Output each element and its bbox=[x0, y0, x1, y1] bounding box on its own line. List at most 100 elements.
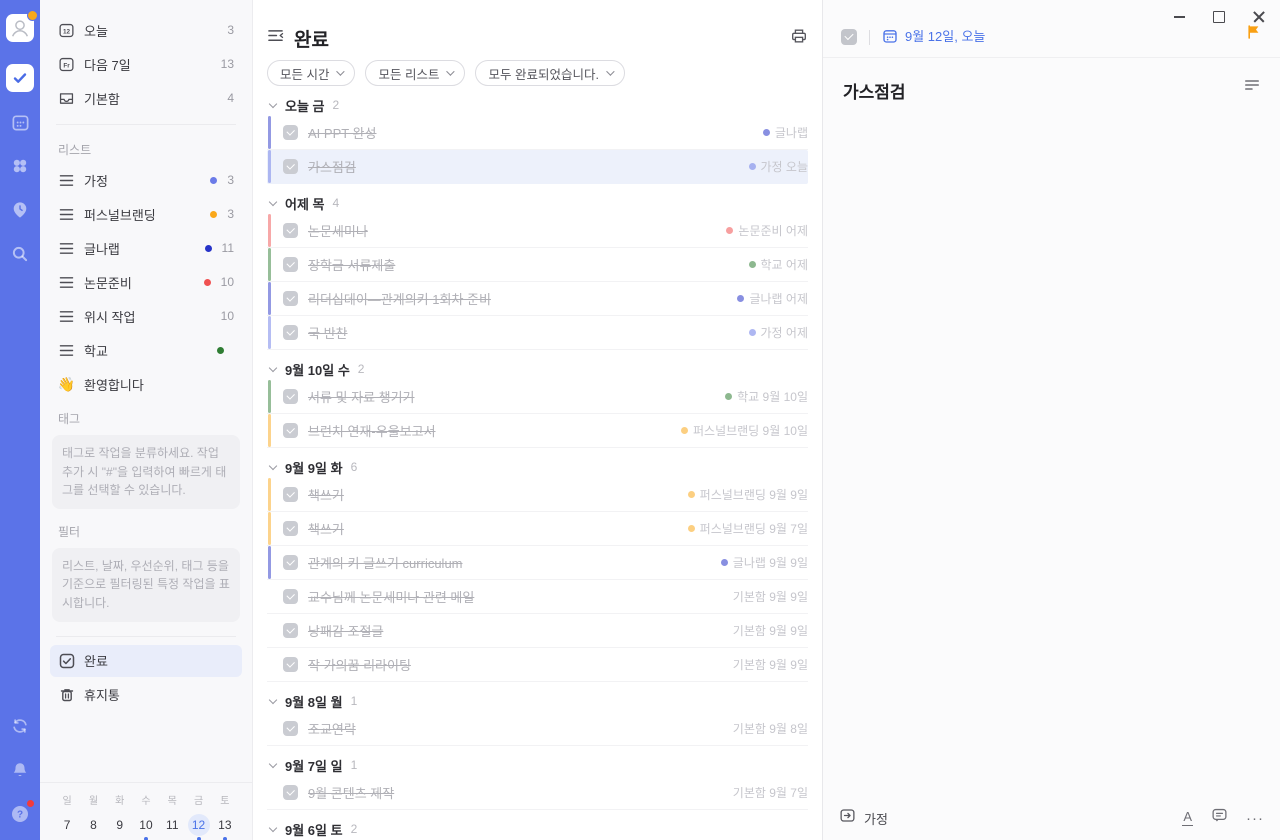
task-checkbox[interactable] bbox=[283, 521, 298, 536]
task-row[interactable]: 관계의 키 글쓰기 curriculum 글나랩 9월 9일 bbox=[267, 546, 808, 580]
move-to-list-icon[interactable] bbox=[839, 807, 856, 829]
sidebar-item-trash[interactable]: 휴지통 bbox=[50, 679, 242, 711]
task-row[interactable]: 논문세미나 논문준비 어제 bbox=[267, 214, 808, 248]
task-row[interactable]: AI PPT 완성 글나랩 bbox=[267, 116, 808, 150]
group-header[interactable]: 9월 8일 월1 bbox=[267, 690, 808, 712]
calendar-date-9[interactable]: 9 bbox=[107, 814, 133, 836]
item-count: 11 bbox=[221, 241, 234, 255]
task-row[interactable]: 작 가의꿈 리라이팅 기본함 9월 9일 bbox=[267, 648, 808, 682]
task-row[interactable]: 리더십데이—관계의키 1회차 준비 글나랩 어제 bbox=[267, 282, 808, 316]
task-checkbox[interactable] bbox=[283, 291, 298, 306]
task-checkbox[interactable] bbox=[283, 657, 298, 672]
task-checkbox[interactable] bbox=[283, 159, 298, 174]
tag-color-dot bbox=[680, 427, 688, 434]
task-list-name[interactable]: 가정 bbox=[864, 809, 1174, 828]
user-avatar[interactable] bbox=[6, 10, 38, 42]
text-format-icon[interactable]: A bbox=[1182, 810, 1193, 826]
calendar-date-7[interactable]: 7 bbox=[54, 814, 80, 836]
page-title: 완료 bbox=[294, 29, 329, 51]
sidebar-item-기본함[interactable]: 기본함 4 bbox=[50, 82, 242, 114]
calendar-date-8[interactable]: 8 bbox=[80, 814, 106, 836]
close-button[interactable] bbox=[1252, 10, 1266, 24]
task-checkbox[interactable] bbox=[283, 589, 298, 604]
task-checkbox[interactable] bbox=[283, 389, 298, 404]
list-color-bar bbox=[268, 316, 271, 349]
sidebar-item-다음 7일[interactable]: Fr 다음 7일 13 bbox=[50, 48, 242, 80]
task-row[interactable]: 9월 콘텐츠 제작 기본함 9월 7일 bbox=[267, 776, 808, 810]
mini-calendar[interactable]: 일 월 화 수 목 금 토 7 8 9 10 11 12 13 bbox=[40, 782, 252, 840]
group-header[interactable]: 9월 10일 수2 bbox=[267, 358, 808, 380]
group-header[interactable]: 오늘 금2 bbox=[267, 94, 808, 116]
notification-bell-icon[interactable] bbox=[6, 756, 34, 784]
sidebar-item-학교[interactable]: 학교 bbox=[50, 334, 242, 366]
group-header[interactable]: 9월 9일 화6 bbox=[267, 456, 808, 478]
help-icon[interactable]: ? bbox=[6, 800, 34, 828]
task-row[interactable]: 브런치 연재-우울보고서 퍼스널브랜딩 9월 10일 bbox=[267, 414, 808, 448]
sidebar-item-퍼스널브랜딩[interactable]: 퍼스널브랜딩 3 bbox=[50, 198, 242, 230]
task-checkbox[interactable] bbox=[283, 223, 298, 238]
sidebar-item-논문준비[interactable]: 논문준비 10 bbox=[50, 266, 242, 298]
task-row[interactable]: 가스점검 가정 오늘 bbox=[267, 150, 808, 184]
task-row[interactable]: 국 반찬 가정 어제 bbox=[267, 316, 808, 350]
task-checkbox[interactable] bbox=[283, 125, 298, 140]
printer-icon[interactable] bbox=[790, 27, 808, 50]
sidebar-item-위시 작업[interactable]: 위시 작업 10 bbox=[50, 300, 242, 332]
comment-icon[interactable] bbox=[1211, 807, 1228, 829]
task-checkbox[interactable] bbox=[283, 257, 298, 272]
task-row[interactable]: 조교연락 기본함 9월 8일 bbox=[267, 712, 808, 746]
search-icon[interactable] bbox=[6, 240, 34, 268]
task-checkbox[interactable] bbox=[283, 325, 298, 340]
subtasks-progress-icon[interactable] bbox=[1244, 78, 1260, 97]
task-checkbox[interactable] bbox=[283, 623, 298, 638]
sidebar-item-오늘[interactable]: 12 오늘 3 bbox=[50, 14, 242, 46]
task-row[interactable]: 책쓰기 퍼스널브랜딩 9월 9일 bbox=[267, 478, 808, 512]
task-checkbox[interactable] bbox=[283, 555, 298, 570]
task-group: 9월 10일 수 2 서류 및 자료 챙기기 학교 9월 10일 브런치 연재-우울보고… bbox=[267, 358, 808, 448]
calendar-date-13[interactable]: 13 bbox=[212, 814, 238, 840]
group-header[interactable]: 9월 6일 토2 bbox=[267, 818, 808, 840]
task-checkbox[interactable] bbox=[283, 423, 298, 438]
task-row[interactable]: 교수님께 논문세미나 관련 메일 기본함 9월 9일 bbox=[267, 580, 808, 614]
task-row[interactable]: 책쓰기 퍼스널브랜딩 9월 7일 bbox=[267, 512, 808, 546]
sidebar-item-글나랩[interactable]: 글나랩 11 bbox=[50, 232, 242, 264]
item-count: 13 bbox=[220, 57, 234, 71]
quadrant-icon[interactable] bbox=[6, 152, 34, 180]
filter-chip[interactable]: 모든 리스트 bbox=[365, 60, 466, 86]
task-row[interactable]: 장학금 서류제출 학교 어제 bbox=[267, 248, 808, 282]
group-header[interactable]: 9월 7일 일1 bbox=[267, 754, 808, 776]
calendar-date-12[interactable]: 12 bbox=[185, 814, 211, 840]
collapse-sidebar-icon[interactable] bbox=[267, 28, 284, 48]
maximize-button[interactable] bbox=[1212, 10, 1226, 24]
priority-flag-icon[interactable] bbox=[1246, 24, 1262, 45]
tasks-check-icon[interactable] bbox=[6, 64, 34, 92]
group-header[interactable]: 어제 목4 bbox=[267, 192, 808, 214]
task-checkbox[interactable] bbox=[283, 785, 298, 800]
filter-chip[interactable]: 모든 시간 bbox=[267, 60, 356, 86]
chevron-down-icon bbox=[268, 363, 278, 372]
filter-chip[interactable]: 모두 완료되었습니다. bbox=[475, 60, 625, 86]
task-title: 서류 및 자료 챙기기 bbox=[308, 390, 415, 405]
list-color-dot bbox=[203, 278, 211, 286]
sidebar-item-completed[interactable]: 완료 bbox=[50, 644, 242, 677]
detail-checkbox[interactable] bbox=[841, 29, 857, 45]
sidebar-item-가정[interactable]: 가정 3 bbox=[50, 164, 242, 196]
calendar-icon[interactable] bbox=[6, 108, 34, 136]
sidebar-item-welcome[interactable]: 👋 환영합니다 bbox=[50, 368, 242, 400]
due-date-button[interactable]: 9월 12일, 오늘 bbox=[882, 26, 1246, 45]
sync-icon[interactable] bbox=[6, 712, 34, 740]
task-row[interactable]: 낭패감 조절글 기본함 9월 9일 bbox=[267, 614, 808, 648]
calendar-date-10[interactable]: 10 bbox=[133, 814, 159, 840]
list-color-bar bbox=[268, 414, 271, 447]
task-checkbox[interactable] bbox=[283, 487, 298, 502]
wave-emoji-icon: 👋 bbox=[57, 375, 76, 392]
task-title[interactable]: 가스점검 bbox=[843, 78, 1244, 103]
task-detail-panel: 9월 12일, 오늘 가스점검 가정 A ··· bbox=[822, 0, 1280, 840]
task-row[interactable]: 서류 및 자료 챙기기 학교 9월 10일 bbox=[267, 380, 808, 414]
more-options-icon[interactable]: ··· bbox=[1246, 810, 1264, 827]
item-count: 4 bbox=[227, 91, 234, 105]
minimize-button[interactable] bbox=[1172, 10, 1186, 24]
calendar-date-11[interactable]: 11 bbox=[159, 814, 185, 836]
task-checkbox[interactable] bbox=[283, 721, 298, 736]
habit-clock-icon[interactable] bbox=[6, 196, 34, 224]
tag-color-dot bbox=[725, 393, 733, 400]
